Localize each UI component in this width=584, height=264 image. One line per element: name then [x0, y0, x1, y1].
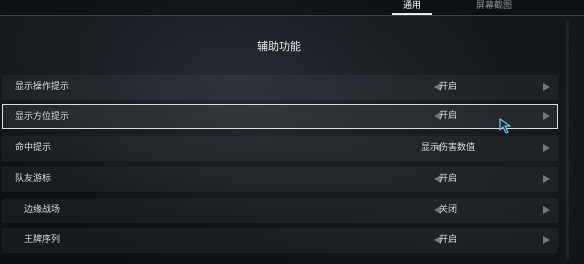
right-arrow-icon[interactable] [543, 83, 550, 91]
setting-value: 关闭 [438, 205, 457, 215]
right-arrow-icon[interactable] [543, 112, 550, 120]
setting-row-direction-hint[interactable]: 显示方位提示 开启 [2, 104, 558, 129]
section-title: 辅助功能 [257, 40, 301, 53]
setting-value: 开启 [438, 111, 457, 121]
right-arrow-icon[interactable] [543, 144, 550, 152]
setting-label: 王牌序列 [24, 235, 61, 245]
setting-row-ace-sequence[interactable]: 王牌序列 开启 [2, 228, 558, 253]
setting-value: 显示伤害数值 [420, 143, 475, 153]
setting-row-edge-battlefield[interactable]: 边缘战场 关闭 [2, 198, 558, 223]
header-divider [0, 15, 584, 16]
setting-label: 队友游标 [15, 174, 52, 184]
setting-value: 开启 [438, 174, 457, 184]
tab-screenshot-label: 屏幕截图 [475, 1, 512, 11]
right-arrow-icon[interactable] [543, 206, 550, 214]
setting-row-operation-hint[interactable]: 显示操作提示 开启 [2, 75, 558, 100]
scrollbar-track[interactable] [566, 20, 569, 260]
tab-general-label: 通用 [402, 1, 421, 11]
right-arrow-icon[interactable] [543, 236, 550, 244]
right-arrow-icon[interactable] [543, 175, 550, 183]
top-tab-bar: 通用 屏幕截图 [0, 0, 584, 15]
mouse-cursor-icon [499, 118, 511, 134]
setting-row-teammate-cursor[interactable]: 队友游标 开启 [2, 167, 558, 192]
tab-general[interactable]: 通用 [392, 0, 432, 15]
setting-value: 开启 [438, 235, 457, 245]
setting-label: 边缘战场 [24, 205, 61, 215]
setting-value: 开启 [438, 82, 457, 92]
setting-label: 显示操作提示 [15, 82, 70, 92]
tab-screenshot[interactable]: 屏幕截图 [466, 0, 522, 15]
setting-label: 显示方位提示 [15, 112, 70, 122]
setting-row-hit-hint[interactable]: 命中提示 显示伤害数值 [2, 136, 558, 161]
setting-label: 命中提示 [15, 143, 52, 153]
